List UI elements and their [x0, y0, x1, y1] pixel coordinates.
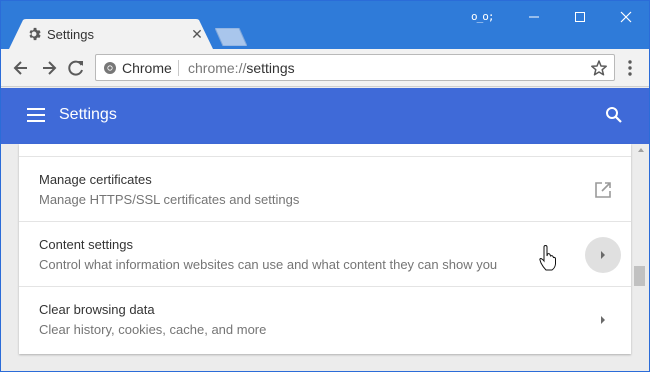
search-icon[interactable]: [605, 106, 623, 124]
tab-settings[interactable]: Settings ✕: [9, 19, 213, 49]
reload-icon[interactable]: [65, 57, 87, 79]
chevron-right-icon[interactable]: [585, 302, 621, 338]
minimize-icon[interactable]: [511, 1, 557, 33]
bookmark-star-icon[interactable]: [590, 59, 608, 77]
list-item-manage-certificates[interactable]: Manage certificates Manage HTTPS/SSL cer…: [19, 156, 631, 221]
security-chip[interactable]: Chrome: [122, 60, 172, 76]
scroll-up-arrow-icon[interactable]: [637, 146, 645, 154]
row-title: Content settings: [39, 237, 133, 252]
hand-cursor-icon: [539, 245, 556, 271]
new-tab-button[interactable]: [215, 28, 247, 46]
settings-card: Manage certificates Manage HTTPS/SSL cer…: [19, 144, 631, 354]
hamburger-menu-icon[interactable]: [27, 108, 45, 122]
row-subtitle: Manage HTTPS/SSL certificates and settin…: [39, 192, 300, 207]
chrome-icon: [104, 62, 116, 74]
tab-title: Settings: [47, 27, 94, 42]
back-arrow-icon[interactable]: [10, 57, 32, 79]
settings-content[interactable]: Manage certificates Manage HTTPS/SSL cer…: [1, 144, 649, 371]
browser-toolbar: Chrome chrome://settings: [1, 49, 649, 87]
list-item-clear-browsing-data[interactable]: Clear browsing data Clear history, cooki…: [19, 286, 631, 351]
url-path: settings: [246, 60, 295, 76]
title-bar: Settings ✕ o_o;: [1, 1, 649, 49]
address-divider: [178, 60, 179, 76]
url-text[interactable]: chrome://settings: [188, 60, 295, 76]
row-subtitle: Control what information websites can us…: [39, 257, 498, 272]
row-title: Clear browsing data: [39, 302, 155, 317]
chevron-right-icon[interactable]: [585, 237, 621, 273]
url-scheme: chrome://: [188, 60, 247, 76]
menu-dots-icon[interactable]: [623, 58, 637, 78]
forward-arrow-icon[interactable]: [38, 57, 60, 79]
scrollbar-thumb[interactable]: [634, 266, 645, 286]
row-subtitle: Clear history, cookies, cache, and more: [39, 322, 267, 337]
close-tab-icon[interactable]: ✕: [189, 26, 205, 42]
page-title: Settings: [59, 106, 117, 123]
open-in-new-icon[interactable]: [585, 172, 621, 208]
browser-window: Settings ✕ o_o; Chrome chrome://settings…: [0, 0, 650, 372]
settings-header: Settings: [1, 88, 649, 144]
profile-label[interactable]: o_o;: [471, 10, 499, 26]
maximize-icon[interactable]: [557, 1, 603, 33]
address-bar[interactable]: Chrome chrome://settings: [95, 54, 615, 81]
close-window-icon[interactable]: [603, 1, 649, 33]
gear-icon: [29, 27, 41, 41]
row-title: Manage certificates: [39, 172, 152, 187]
